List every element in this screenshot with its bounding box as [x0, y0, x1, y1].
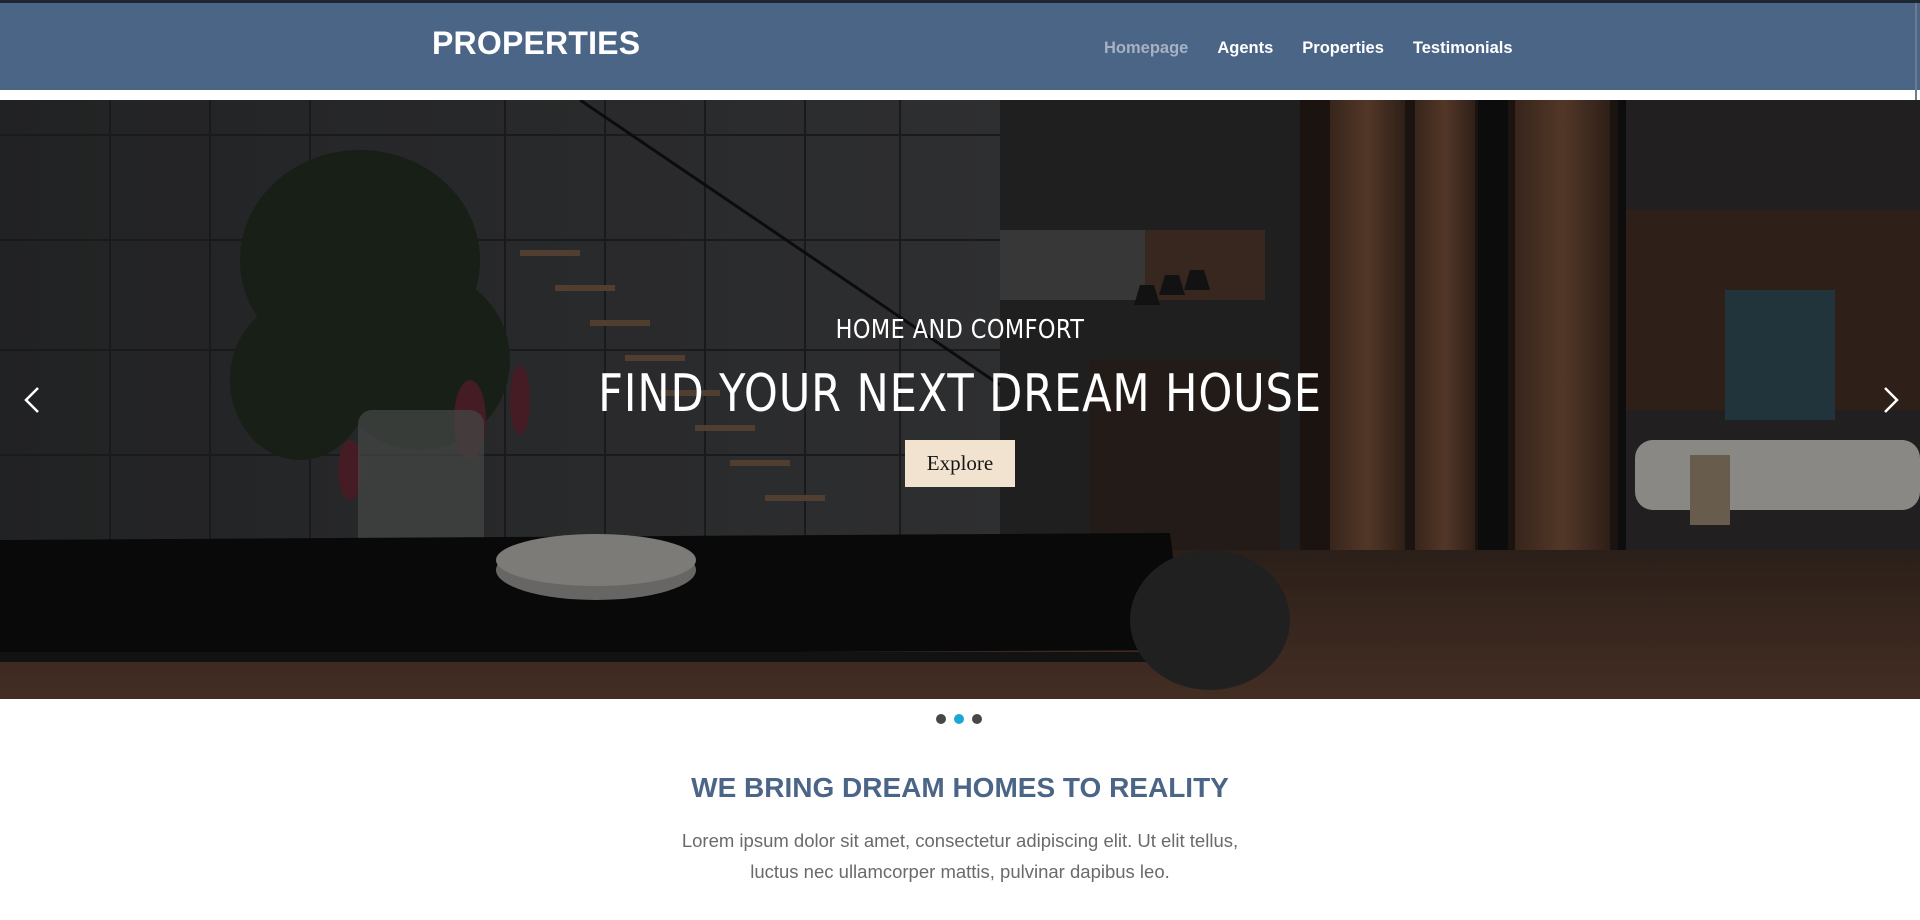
slider-prev-button[interactable] [18, 380, 48, 420]
site-header: PROPERTIES Homepage Agents Properties Te… [0, 3, 1920, 90]
section-description: Lorem ipsum dolor sit amet, consectetur … [681, 830, 1239, 882]
main-nav: Homepage Agents Properties Testimonials [1104, 39, 1513, 58]
slider-pagination [936, 714, 982, 724]
slider-dot-3[interactable] [972, 714, 982, 724]
nav-agents[interactable]: Agents [1217, 39, 1273, 58]
slider-next-button[interactable] [1875, 380, 1905, 420]
hero-slider: HOME AND COMFORT FIND YOUR NEXT DREAM HO… [0, 100, 1920, 699]
site-logo[interactable]: PROPERTIES [432, 25, 640, 62]
slider-dot-2[interactable] [954, 714, 964, 724]
chevron-left-icon [24, 387, 39, 413]
explore-button[interactable]: Explore [905, 440, 1015, 487]
nav-properties[interactable]: Properties [1302, 39, 1384, 58]
nav-testimonials[interactable]: Testimonials [1413, 39, 1513, 58]
hero-title: FIND YOUR NEXT DREAM HOUSE [598, 364, 1322, 424]
hero-kicker: HOME AND COMFORT [835, 315, 1085, 345]
section-title: WE BRING DREAM HOMES TO REALITY [691, 772, 1229, 803]
chevron-right-icon [1884, 387, 1899, 413]
nav-homepage[interactable]: Homepage [1104, 39, 1188, 58]
slider-dot-1[interactable] [936, 714, 946, 724]
